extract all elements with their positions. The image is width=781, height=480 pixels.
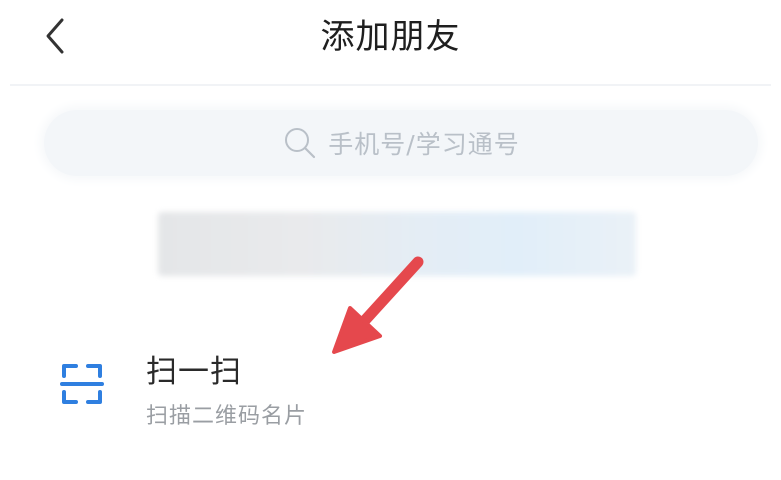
add-friend-page: 添加朋友 手机号/学习通号 扫一扫 扫描二维码名片 [0,0,781,480]
qr-scan-icon [60,364,104,404]
search-inner: 手机号/学习通号 [44,110,758,176]
scan-subtitle: 扫描二维码名片 [146,404,308,429]
page-title: 添加朋友 [320,17,461,57]
search-input[interactable]: 手机号/学习通号 [44,110,758,176]
scan-qr-item[interactable]: 扫一扫 扫描二维码名片 [40,330,740,440]
search-placeholder: 手机号/学习通号 [328,130,520,159]
header-bar: 添加朋友 [0,0,781,84]
scan-title: 扫一扫 [146,354,242,390]
search-icon [285,128,316,159]
header-divider [10,84,771,86]
